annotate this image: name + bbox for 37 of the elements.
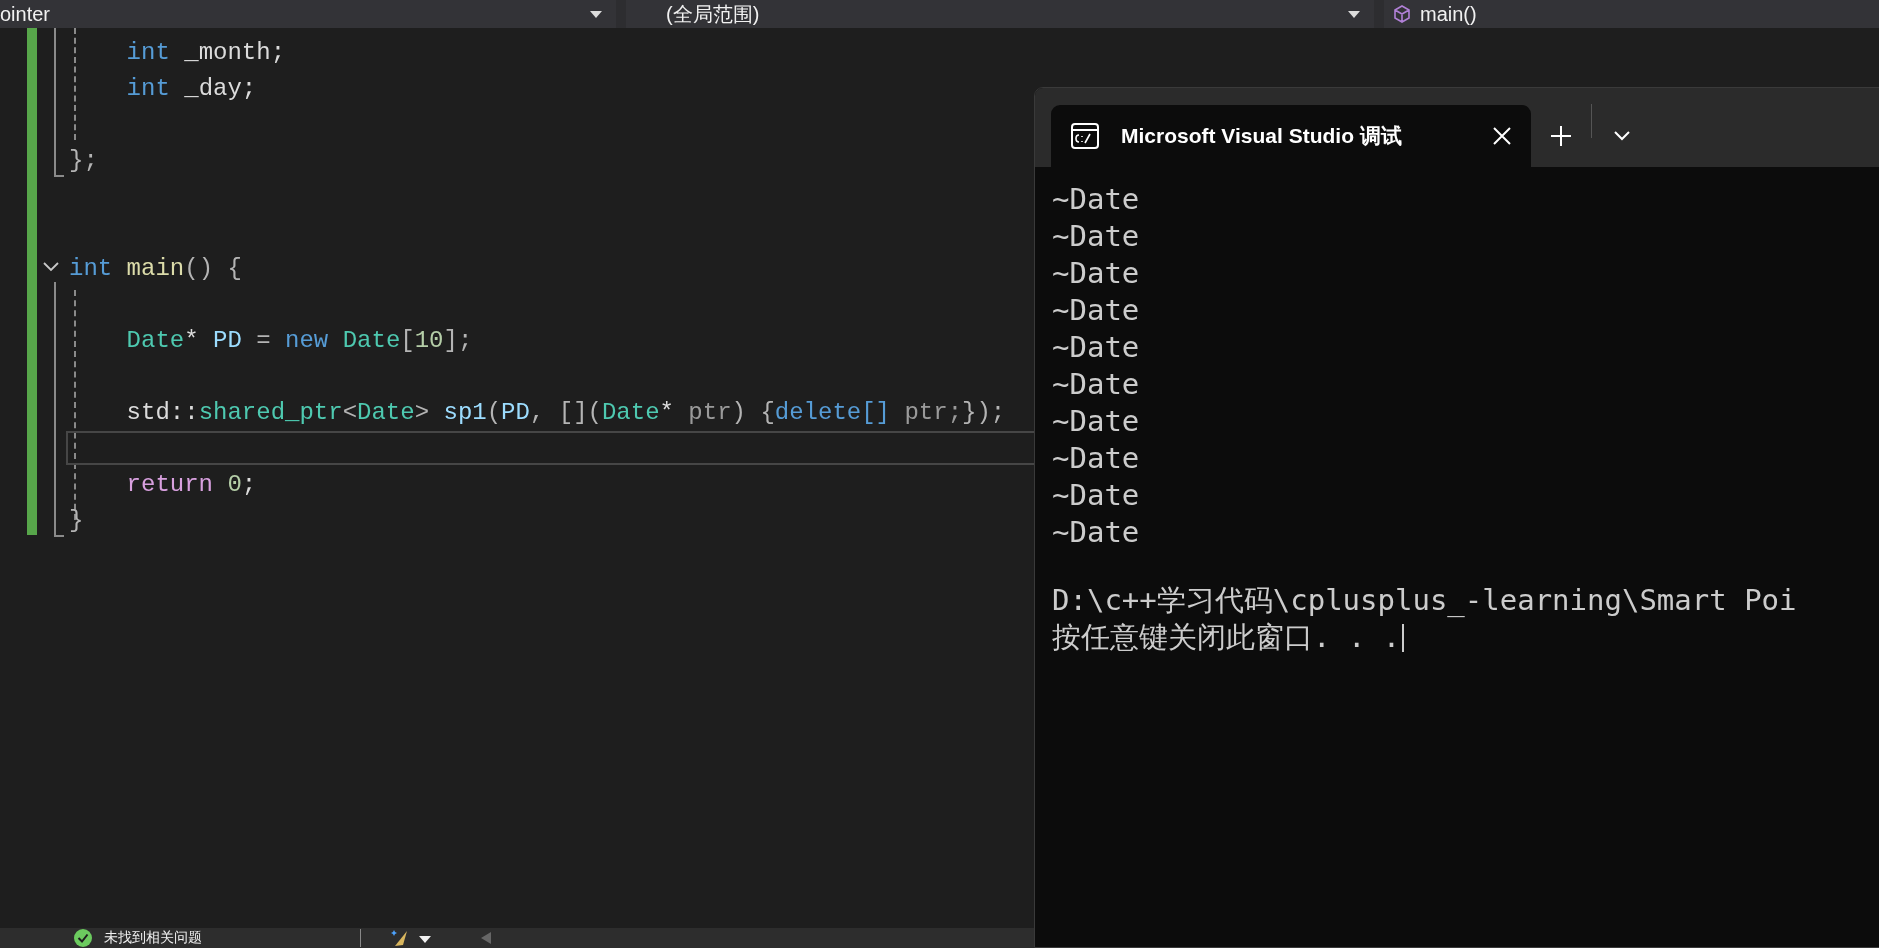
tab-title: Microsoft Visual Studio 调试	[1121, 123, 1403, 149]
output-line: ~Date	[1052, 221, 1140, 252]
caret-icon	[419, 936, 431, 943]
issues-status[interactable]: 未找到相关问题	[104, 929, 202, 947]
code-line: std::shared_ptr<Date> sp1(PD, [](Date* ptr) {delete[] ptr;});	[125, 398, 1006, 426]
code-line: };	[69, 146, 98, 174]
output-line: ~Date	[1052, 443, 1140, 474]
code-line: return 0;	[125, 470, 257, 498]
scope-dropdown[interactable]: (全局范围)	[626, 0, 1374, 28]
scroll-left-icon[interactable]	[481, 932, 491, 944]
path-line: D:\c++学习代码\cplusplus_-learning\Smart Poi	[1052, 585, 1797, 616]
issues-ok-icon[interactable]	[74, 929, 92, 947]
output-line: ~Date	[1052, 184, 1140, 215]
code-line: }	[69, 506, 84, 534]
output-line: ~Date	[1052, 258, 1140, 289]
terminal-tab[interactable]: Microsoft Visual Studio 调试	[1051, 105, 1531, 167]
scope-dropdown[interactable]: ointer	[0, 0, 616, 28]
code-line: Date* PD = new Date[10];	[125, 326, 473, 354]
output-line: ~Date	[1052, 517, 1140, 548]
output-line: ~Date	[1052, 406, 1140, 437]
output-line: ~Date	[1052, 295, 1140, 326]
code-line: int _day;	[125, 74, 257, 102]
code-line: int _month;	[125, 38, 286, 66]
cube-icon	[1392, 4, 1412, 24]
caret-icon	[1348, 10, 1360, 18]
caret-icon	[590, 10, 602, 18]
terminal-icon	[1071, 123, 1099, 149]
plus-icon[interactable]	[1551, 126, 1571, 146]
collapse-icon[interactable]	[43, 261, 59, 273]
scope-dropdown[interactable]: main()	[1384, 0, 1879, 28]
output-line: ~Date	[1052, 369, 1140, 400]
prompt-line: 按任意键关闭此窗口. . .	[1052, 622, 1401, 653]
chevron-down-icon[interactable]	[1614, 131, 1630, 141]
output-line: ~Date	[1052, 332, 1140, 363]
close-icon[interactable]	[1493, 127, 1511, 145]
code-line: int main() {	[69, 254, 242, 282]
output-line: ~Date	[1052, 480, 1140, 511]
